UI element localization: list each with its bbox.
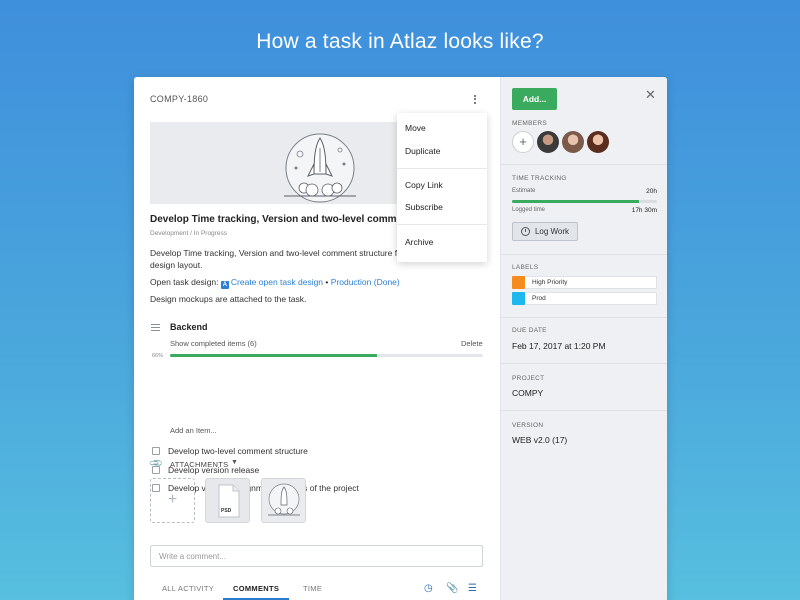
description-text: design layout. <box>150 260 203 270</box>
task-side-panel: Add... ✕ MEMBERS + TIME TRACKING Estimat… <box>500 77 667 600</box>
menu-item-subscribe[interactable]: Subscribe <box>405 202 443 212</box>
clock-icon[interactable]: ◷ <box>424 583 433 594</box>
avatar[interactable] <box>562 131 584 153</box>
log-work-button[interactable]: Log Work <box>512 222 578 241</box>
menu-divider <box>397 224 487 225</box>
project-label: PROJECT <box>512 375 545 382</box>
checklist-progress-bar <box>170 354 483 357</box>
time-tracking-label: TIME TRACKING <box>512 175 567 182</box>
add-button[interactable]: Add... <box>512 88 557 110</box>
rocket-thumbnail-icon <box>268 483 300 516</box>
add-attachment-button[interactable]: + <box>150 478 195 523</box>
divider <box>501 363 667 364</box>
logged-label: Logged time <box>512 207 546 213</box>
label-color-swatch <box>512 292 525 305</box>
time-tracking-fill <box>512 200 639 203</box>
avatar[interactable] <box>537 131 559 153</box>
checklist-item: Develop two-level comment structure <box>152 446 308 456</box>
label-color-swatch <box>512 276 525 289</box>
paperclip-icon[interactable]: 📎 <box>446 583 458 594</box>
checklist-item-label[interactable]: Develop two-level comment structure <box>168 446 308 456</box>
task-options-menu: Move Duplicate Copy Link Subscribe Archi… <box>397 113 487 262</box>
divider <box>501 410 667 411</box>
open-design-status-link[interactable]: Production (Done) <box>331 277 400 287</box>
label-name: High Priority <box>532 279 568 286</box>
checkbox[interactable] <box>152 447 160 455</box>
labels-label: LABELS <box>512 264 539 271</box>
menu-divider <box>397 168 487 169</box>
clock-icon <box>520 227 530 236</box>
image-attachment[interactable] <box>261 478 306 523</box>
log-work-label: Log Work <box>534 227 570 236</box>
add-checklist-item-link[interactable]: Add an Item... <box>170 426 217 435</box>
time-tracking-bar <box>512 200 657 203</box>
version-label: VERSION <box>512 422 544 429</box>
version-value[interactable]: WEB v2.0 (17) <box>512 435 567 445</box>
label-prod[interactable]: Prod <box>512 292 657 305</box>
due-date-value[interactable]: Feb 17, 2017 at 1:20 PM <box>512 341 606 351</box>
divider <box>501 254 667 255</box>
attachments-toggle[interactable]: ATTACHMENTS <box>170 460 228 469</box>
close-icon[interactable]: ✕ <box>645 88 656 101</box>
psd-attachment[interactable]: PSD <box>205 478 250 523</box>
chevron-down-icon[interactable]: ▼ <box>231 459 238 466</box>
menu-item-move[interactable]: Move <box>405 123 426 133</box>
description-text: Design mockups are attached to the task. <box>150 294 307 304</box>
tab-all-activity[interactable]: ALL ACTIVITY <box>162 584 214 598</box>
menu-item-copy-link[interactable]: Copy Link <box>405 180 443 190</box>
activity-tabs: ALL ACTIVITY COMMENTS TIME ◷ 📎 ☰ <box>150 580 490 600</box>
label-name: Prod <box>532 295 546 302</box>
more-options-icon[interactable] <box>470 93 480 107</box>
delete-checklist-link[interactable]: Delete <box>461 339 483 348</box>
atlaz-logo-icon: A <box>220 280 229 289</box>
psd-file-icon <box>218 484 240 518</box>
divider <box>501 317 667 318</box>
checklist-percent: 66% <box>152 353 164 359</box>
label-high-priority[interactable]: High Priority <box>512 276 657 289</box>
estimate-value: 20h <box>646 188 657 195</box>
due-date-label: DUE DATE <box>512 327 547 334</box>
logged-value: 17h 30m <box>631 207 657 214</box>
project-value[interactable]: COMPY <box>512 388 543 398</box>
show-completed-link[interactable]: Show completed items (6) <box>170 339 257 348</box>
comment-input[interactable] <box>150 545 483 567</box>
divider <box>501 164 667 165</box>
page-headline: How a task in Atlaz looks like? <box>256 30 544 53</box>
list-icon[interactable]: ☰ <box>468 583 477 594</box>
rocket-illustration-icon <box>284 133 356 203</box>
avatar[interactable] <box>587 131 609 153</box>
menu-item-duplicate[interactable]: Duplicate <box>405 146 440 156</box>
task-breadcrumb: Development / In Progress <box>150 230 227 237</box>
checklist-progress-fill <box>170 354 377 357</box>
description-text: Develop Time tracking, Version and two-l… <box>150 248 426 258</box>
checklist-title[interactable]: Backend <box>170 322 208 332</box>
tab-comments[interactable]: COMMENTS <box>223 584 290 600</box>
logged-row: Logged time 17h 30m <box>512 207 657 214</box>
open-design-prefix: Open task design: <box>150 276 221 287</box>
estimate-row: Estimate 20h <box>512 188 657 195</box>
menu-item-archive[interactable]: Archive <box>405 237 433 247</box>
open-design-link[interactable]: Create open task design <box>231 277 323 287</box>
tab-time[interactable]: TIME <box>303 584 322 598</box>
checklist-icon <box>151 324 160 332</box>
task-id: COMPY-1860 <box>150 94 209 104</box>
add-member-button[interactable]: + <box>512 131 534 153</box>
psd-file-label: PSD <box>221 508 232 514</box>
link-separator: • <box>323 276 331 287</box>
members-label: MEMBERS <box>512 120 547 127</box>
estimate-label: Estimate <box>512 188 536 194</box>
